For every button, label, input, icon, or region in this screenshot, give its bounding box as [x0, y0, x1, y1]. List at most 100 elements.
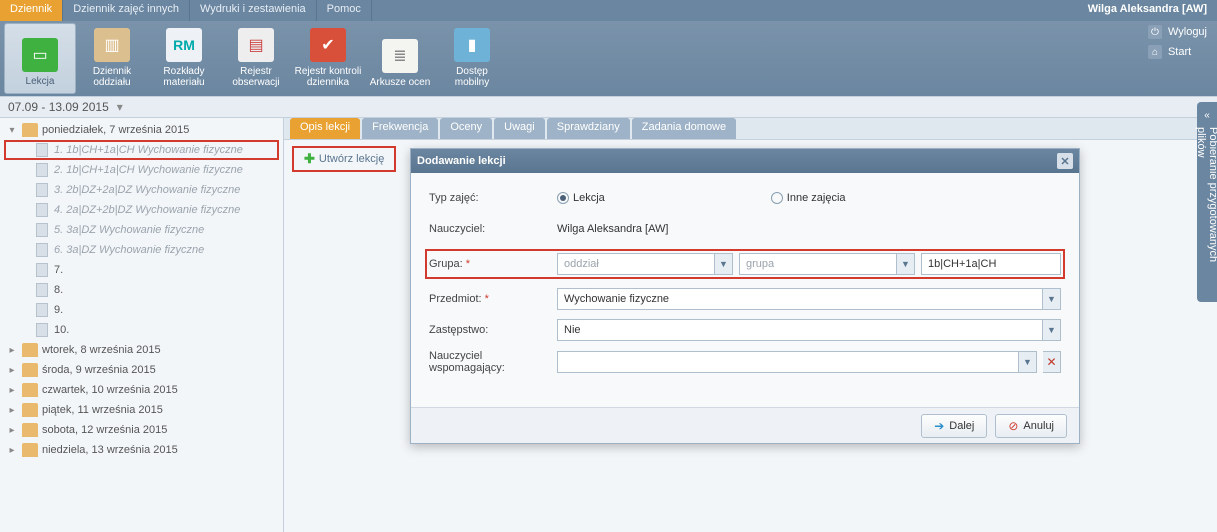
menu-tab-pomoc[interactable]: Pomoc — [317, 0, 372, 21]
ribbon-rozklady[interactable]: RM Rozkłady materiału — [148, 23, 220, 94]
dialog-title: Dodawanie lekcji — [417, 155, 1057, 167]
date-range-bar: 07.09 - 13.09 2015 ▾ — [0, 96, 1217, 118]
expand-icon[interactable]: ▸ — [6, 385, 18, 396]
collapse-icon[interactable]: ▾ — [6, 125, 18, 136]
plus-icon: ✚ — [304, 151, 315, 167]
chevron-down-icon[interactable]: ▼ — [1042, 289, 1060, 309]
label-nauczyciel: Nauczyciel: — [429, 223, 557, 235]
tree-lesson-5[interactable]: 5. 3a|DZ Wychowanie fizyczne — [0, 220, 283, 240]
sheet-icon: ≣ — [382, 39, 418, 73]
combo-zastepstwo[interactable]: Nie ▼ — [557, 319, 1061, 341]
tab-zadania[interactable]: Zadania domowe — [632, 118, 736, 139]
chevron-down-icon[interactable]: ▼ — [1018, 352, 1036, 372]
create-lesson-label: Utwórz lekcję — [319, 153, 384, 165]
ribbon-link-label: Wyloguj — [1168, 26, 1207, 38]
ribbon-mobilny[interactable]: ▮ Dostęp mobilny — [436, 23, 508, 94]
tab-opis[interactable]: Opis lekcji — [290, 118, 360, 139]
tree-day-label: wtorek, 8 września 2015 — [42, 344, 161, 356]
doc-icon — [36, 223, 48, 237]
ribbon-label: Rejestr kontroli dziennika — [294, 66, 362, 88]
menu-tab-wydruki[interactable]: Wydruki i zestawienia — [190, 0, 317, 21]
radio-label: Inne zajęcia — [787, 192, 846, 204]
clear-button[interactable]: ✕ — [1043, 351, 1061, 373]
label-zastepstwo: Zastępstwo: — [429, 324, 557, 336]
download-files-tab[interactable]: « Pobieranie przygotowanych plików — [1197, 102, 1217, 302]
radio-lekcja[interactable]: Lekcja — [557, 192, 605, 204]
tree-lesson-8[interactable]: 8. — [0, 280, 283, 300]
menu-tab-inne[interactable]: Dziennik zajęć innych — [63, 0, 190, 21]
radio-selected-icon — [557, 192, 569, 204]
ribbon-rejestr-obserwacji[interactable]: ▤ Rejestr obserwacji — [220, 23, 292, 94]
menu-tab-dziennik[interactable]: Dziennik — [0, 0, 63, 21]
tree-lesson-1[interactable]: 1. 1b|CH+1a|CH Wychowanie fizyczne — [4, 140, 279, 160]
folder-icon — [22, 423, 38, 437]
combo-placeholder: grupa — [740, 258, 896, 270]
doc-icon — [36, 163, 48, 177]
combo-value: Wychowanie fizyczne — [558, 293, 1042, 305]
grupa-text-input[interactable]: 1b|CH+1a|CH — [921, 253, 1061, 275]
tree-lesson-label: 1. 1b|CH+1a|CH Wychowanie fizyczne — [54, 144, 243, 156]
start-link[interactable]: ⌂ Start — [1148, 45, 1207, 59]
tree-day-sun[interactable]: ▸niedziela, 13 września 2015 — [0, 440, 283, 460]
logout-link[interactable]: ⏻ Wyloguj — [1148, 25, 1207, 39]
tab-sprawdziany[interactable]: Sprawdziany — [547, 118, 630, 139]
tree-lesson-4[interactable]: 4. 2a|DZ+2b|DZ Wychowanie fizyczne — [0, 200, 283, 220]
tree-day-label: środa, 9 września 2015 — [42, 364, 156, 376]
tree-day-sat[interactable]: ▸sobota, 12 września 2015 — [0, 420, 283, 440]
expand-icon[interactable]: ▸ — [6, 345, 18, 356]
expand-icon[interactable]: ▸ — [6, 425, 18, 436]
user-name: Wilga Aleksandra [AW] — [1078, 0, 1217, 21]
menu-bar: Dziennik Dziennik zajęć innych Wydruki i… — [0, 0, 1217, 21]
arrow-right-icon: ➔ — [934, 419, 944, 433]
ribbon-kontrola[interactable]: ✔ Rejestr kontroli dziennika — [292, 23, 364, 94]
radio-inne[interactable]: Inne zajęcia — [771, 192, 846, 204]
next-button[interactable]: ➔ Dalej — [921, 414, 987, 438]
chevron-down-icon[interactable]: ▼ — [1042, 320, 1060, 340]
expand-icon[interactable]: ▸ — [6, 445, 18, 456]
combo-oddzial[interactable]: oddział ▼ — [557, 253, 733, 275]
tab-oceny[interactable]: Oceny — [440, 118, 492, 139]
chalkboard-icon: ▭ — [22, 38, 58, 72]
tree-lesson-label: 5. 3a|DZ Wychowanie fizyczne — [54, 224, 204, 236]
tree-day-mon[interactable]: ▾ poniedziałek, 7 września 2015 — [0, 120, 283, 140]
tree-lesson-2[interactable]: 2. 1b|CH+1a|CH Wychowanie fizyczne — [0, 160, 283, 180]
expand-icon[interactable]: ▸ — [6, 365, 18, 376]
radio-unselected-icon — [771, 192, 783, 204]
ribbon-arkusze[interactable]: ≣ Arkusze ocen — [364, 23, 436, 94]
lock-icon: ⏻ — [1148, 25, 1162, 39]
tree-lesson-9[interactable]: 9. — [0, 300, 283, 320]
tree-lesson-label: 10. — [54, 324, 69, 336]
tree-lesson-10[interactable]: 10. — [0, 320, 283, 340]
doc-icon — [36, 203, 48, 217]
tab-uwagi[interactable]: Uwagi — [494, 118, 545, 139]
tree-lesson-6[interactable]: 6. 3a|DZ Wychowanie fizyczne — [0, 240, 283, 260]
folder-icon — [22, 123, 38, 137]
combo-przedmiot[interactable]: Wychowanie fizyczne ▼ — [557, 288, 1061, 310]
chevron-down-icon[interactable]: ▼ — [714, 254, 732, 274]
date-dropdown-icon[interactable]: ▾ — [113, 100, 127, 114]
tree-lesson-7[interactable]: 7. — [0, 260, 283, 280]
inner-tabs: Opis lekcji Frekwencja Oceny Uwagi Spraw… — [284, 118, 1217, 140]
combo-wspomagajacy[interactable]: ▼ — [557, 351, 1037, 373]
book-icon: ▥ — [94, 28, 130, 62]
ribbon-label: Rejestr obserwacji — [222, 66, 290, 88]
doc-icon — [36, 283, 48, 297]
doc-icon — [36, 263, 48, 277]
combo-grupa[interactable]: grupa ▼ — [739, 253, 915, 275]
tab-frekwencja[interactable]: Frekwencja — [362, 118, 438, 139]
ribbon-dziennik-oddzialu[interactable]: ▥ Dziennik oddziału — [76, 23, 148, 94]
cancel-button[interactable]: ⊘ Anuluj — [995, 414, 1067, 438]
folder-icon — [22, 403, 38, 417]
close-button[interactable]: ✕ — [1057, 153, 1073, 169]
tree-lesson-3[interactable]: 3. 2b|DZ+2a|DZ Wychowanie fizyczne — [0, 180, 283, 200]
tree-day-thu[interactable]: ▸czwartek, 10 września 2015 — [0, 380, 283, 400]
chevron-down-icon[interactable]: ▼ — [896, 254, 914, 274]
tree-day-fri[interactable]: ▸piątek, 11 września 2015 — [0, 400, 283, 420]
ribbon-lekcja[interactable]: ▭ Lekcja — [4, 23, 76, 94]
teacher-value: Wilga Aleksandra [AW] — [557, 223, 668, 235]
expand-icon[interactable]: ▸ — [6, 405, 18, 416]
create-lesson-button[interactable]: ✚ Utwórz lekcję — [292, 146, 396, 172]
tree-day-tue[interactable]: ▸ wtorek, 8 września 2015 — [0, 340, 283, 360]
button-label: Anuluj — [1023, 420, 1054, 432]
tree-day-wed[interactable]: ▸ środa, 9 września 2015 — [0, 360, 283, 380]
